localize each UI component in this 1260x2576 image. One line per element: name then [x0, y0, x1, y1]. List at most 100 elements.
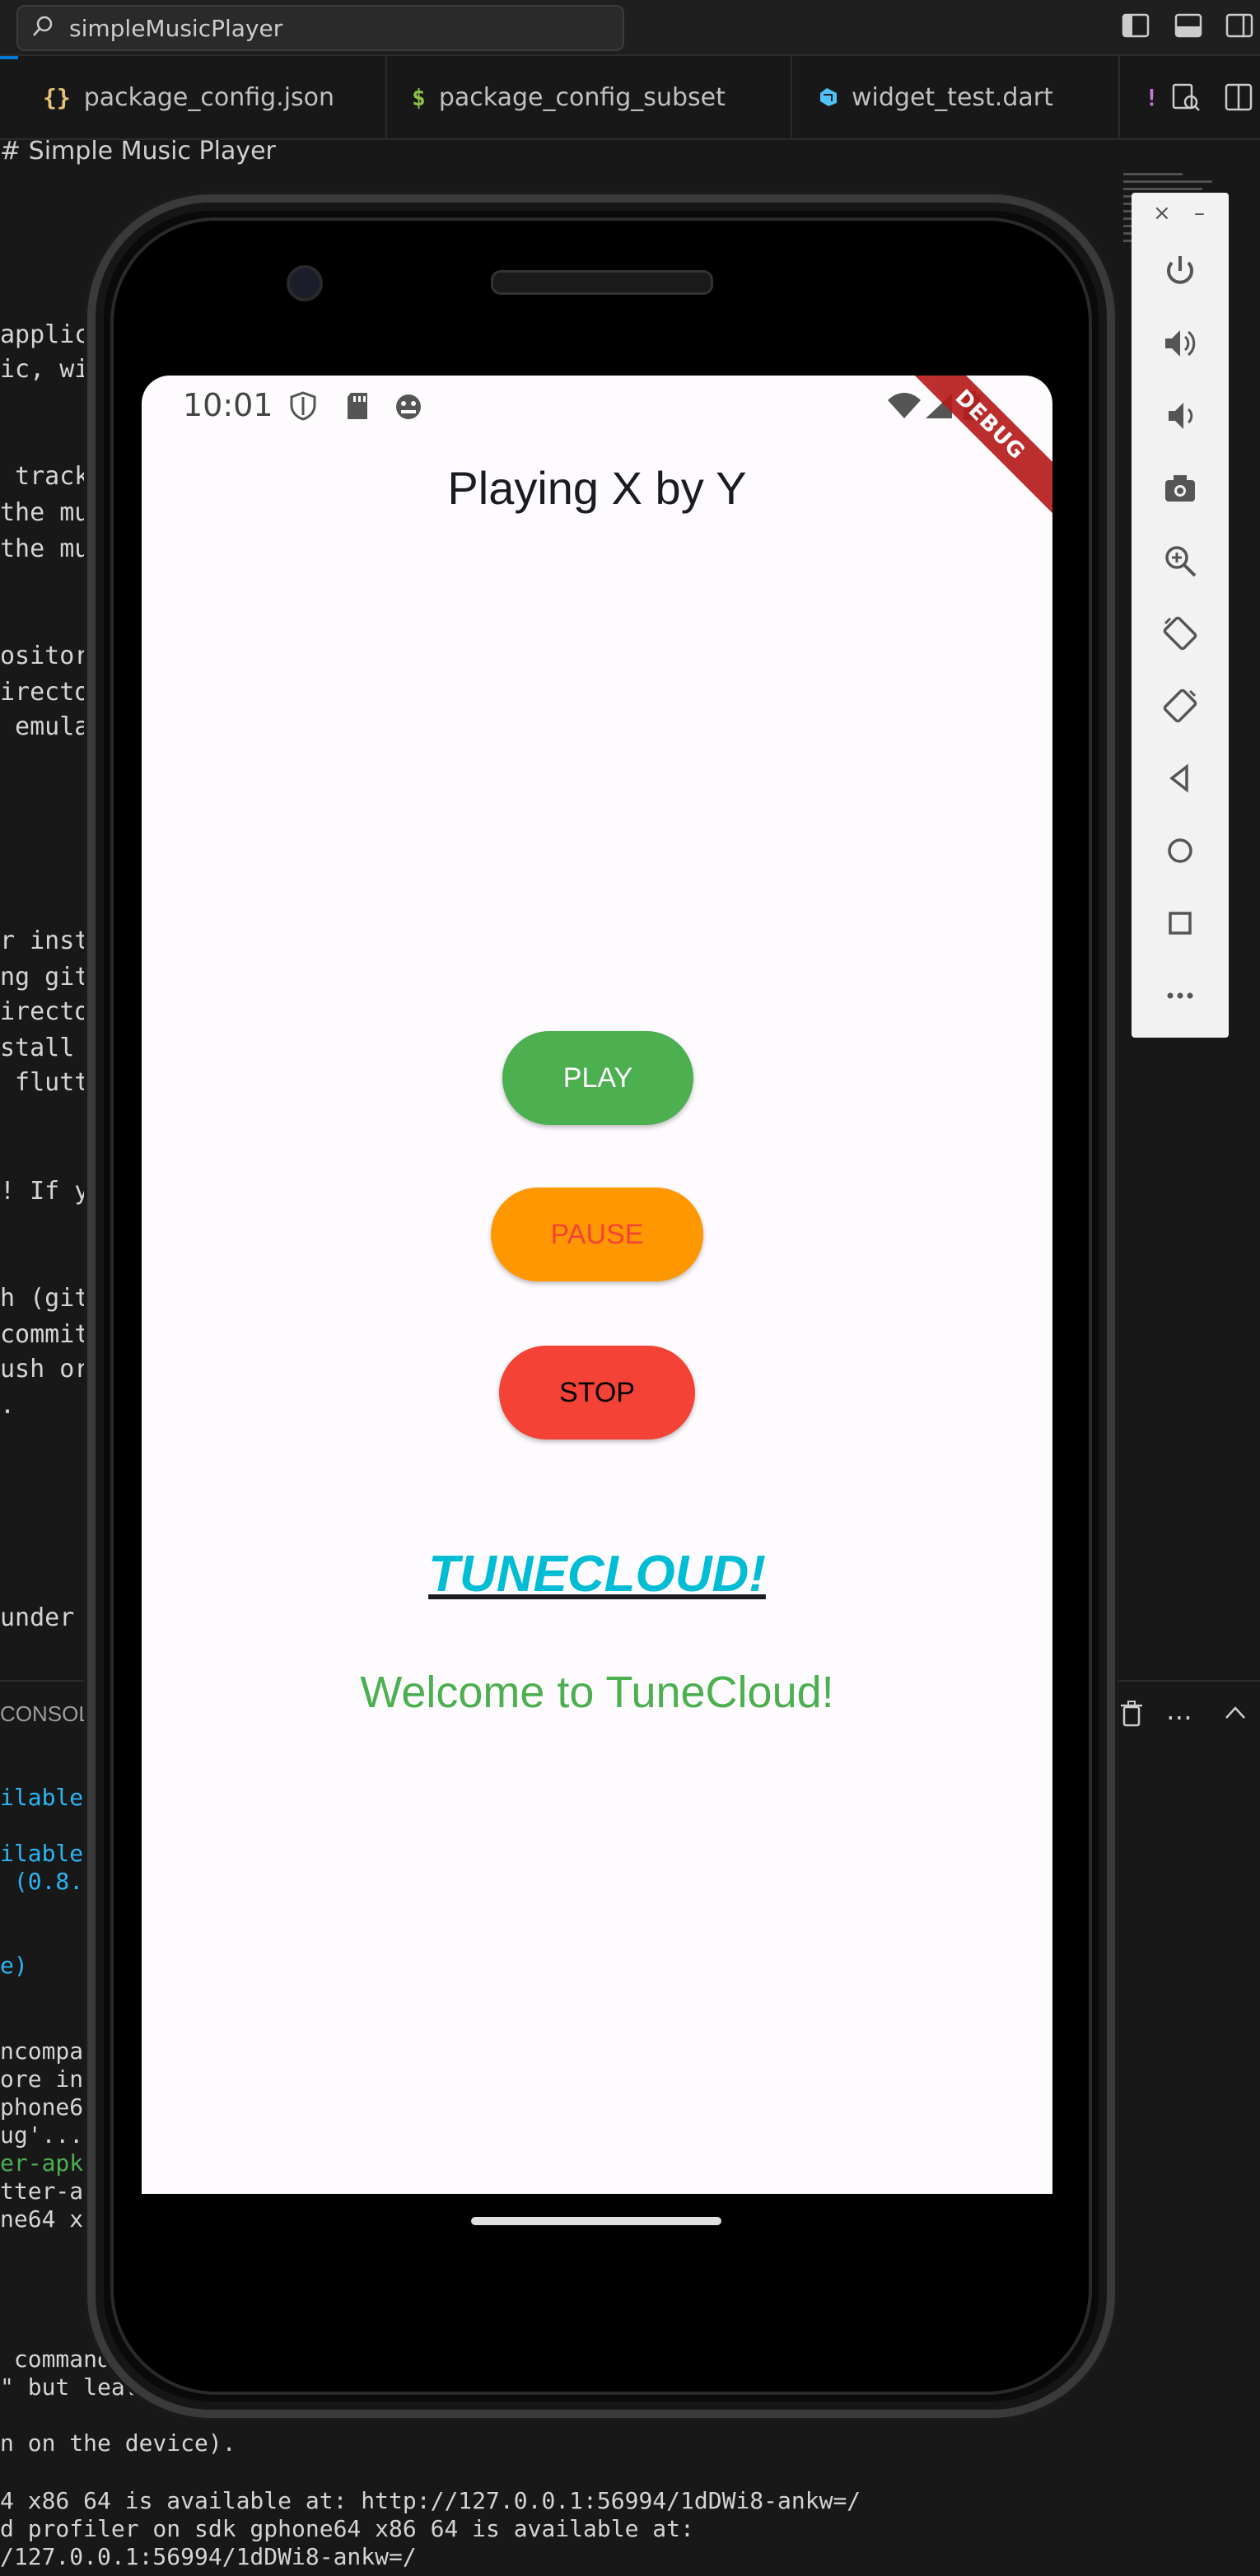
- active-tab-indicator: [0, 56, 18, 59]
- toggle-secondary-sidebar-icon[interactable]: [1225, 13, 1253, 38]
- code-line: irecto: [0, 997, 90, 1026]
- welcome-text: Welcome to TuneCloud!: [360, 1668, 834, 1717]
- terminal-line: e): [0, 1952, 28, 1979]
- navigation-bar: [142, 2194, 1052, 2265]
- split-editor-icon[interactable]: [1224, 82, 1253, 112]
- home-gesture-handle[interactable]: [471, 2217, 721, 2225]
- terminal-line: ore in: [0, 2065, 84, 2093]
- code-line: the mu: [0, 534, 90, 563]
- code-line: the mu: [0, 498, 90, 527]
- chevron-up-icon[interactable]: [1224, 1705, 1247, 1721]
- more-icon: [1167, 992, 1193, 999]
- editor-tab-bar: {} package_config.json $ package_config_…: [0, 56, 1260, 140]
- terminal-line: ilable: [0, 1784, 84, 1811]
- stop-label: STOP: [559, 1376, 635, 1408]
- terminal-line: ug'...: [0, 2121, 84, 2149]
- android-debug-icon: [396, 394, 421, 419]
- code-line: ng git: [0, 963, 90, 992]
- pause-button[interactable]: PAUSE: [491, 1188, 703, 1281]
- tab-label: widget_test.dart: [852, 82, 1053, 112]
- power-button[interactable]: [1150, 240, 1211, 301]
- terminal-line: (0.8.: [0, 1868, 84, 1895]
- zoom-icon: [1165, 546, 1197, 577]
- tab-label: package_config.json: [83, 82, 335, 112]
- back-button[interactable]: [1150, 748, 1211, 809]
- terminal-line: 4 x86 64 is available at: http://127.0.0…: [0, 2487, 861, 2514]
- exclamation-icon: !: [1145, 83, 1159, 111]
- play-button[interactable]: PLAY: [502, 1031, 693, 1125]
- code-line: applic: [0, 320, 90, 349]
- terminal-line: er-apk: [0, 2149, 84, 2177]
- pause-label: PAUSE: [550, 1218, 644, 1250]
- app-bar-title: Playing X by Y: [447, 462, 747, 514]
- code-line: flutt: [0, 1068, 90, 1097]
- code-line: ! If y: [0, 1177, 90, 1206]
- rotate-right-icon: [1163, 688, 1197, 723]
- overview-button[interactable]: [1150, 893, 1211, 954]
- zoom-button[interactable]: [1150, 530, 1211, 591]
- code-line: commit: [0, 1320, 90, 1349]
- code-line: track: [0, 462, 90, 491]
- earpiece-speaker: [491, 270, 713, 295]
- phone-screen: 10:01 DEBUG Playing X by Y PLAY PAUSE ST…: [142, 376, 1052, 2194]
- dart-file-icon: [820, 88, 837, 106]
- code-line: .: [0, 1391, 16, 1420]
- stop-button[interactable]: STOP: [499, 1346, 695, 1440]
- more-actions-icon[interactable]: ⋯: [1166, 1701, 1192, 1733]
- tab-widget-test-dart[interactable]: widget_test.dart: [792, 56, 1120, 138]
- code-line: h (git: [0, 1284, 90, 1313]
- home-button[interactable]: [1150, 820, 1211, 881]
- terminal-line: /127.0.0.1:56994/1dDWi8-ankw=/: [0, 2543, 417, 2570]
- code-line: ositor: [0, 642, 90, 670]
- tab-package-config-subset[interactable]: $ package_config_subset: [387, 56, 792, 138]
- shell-file-icon: $: [412, 83, 426, 111]
- screenshot-button[interactable]: [1150, 458, 1211, 519]
- rotate-left-button[interactable]: [1150, 603, 1211, 664]
- home-icon: [1168, 838, 1192, 863]
- search-text: simpleMusicPlayer: [69, 15, 283, 42]
- code-line: emula: [0, 712, 90, 741]
- minimize-icon[interactable]: –: [1194, 201, 1205, 226]
- command-center-search[interactable]: simpleMusicPlayer: [16, 5, 624, 51]
- tab-package-config-json[interactable]: {} package_config.json: [18, 56, 387, 138]
- back-icon: [1169, 763, 1188, 793]
- tab-label: package_config_subset: [438, 82, 726, 112]
- more-button[interactable]: [1150, 965, 1211, 1026]
- terminal-line: tter-a: [0, 2177, 84, 2205]
- terminal-line: ncompa: [0, 2037, 84, 2065]
- volume-down-button[interactable]: [1150, 385, 1211, 446]
- code-line: ush or: [0, 1355, 90, 1384]
- toggle-primary-sidebar-icon[interactable]: [1122, 13, 1150, 38]
- json-file-icon: {}: [43, 83, 71, 111]
- breadcrumb[interactable]: # Simple Music Player: [0, 137, 276, 166]
- tab-overflow[interactable]: !: [1120, 56, 1169, 138]
- volume-up-icon: [1165, 330, 1196, 357]
- close-icon[interactable]: ×: [1153, 201, 1171, 226]
- front-camera: [287, 265, 323, 301]
- terminal-line: phone6: [0, 2093, 84, 2121]
- terminal-line: command: [0, 2345, 111, 2373]
- sd-card-icon: [348, 393, 367, 419]
- rotate-right-button[interactable]: [1150, 675, 1211, 736]
- trash-icon[interactable]: [1118, 1700, 1145, 1728]
- toggle-panel-icon[interactable]: [1174, 13, 1202, 38]
- open-preview-icon[interactable]: [1171, 82, 1201, 112]
- code-line: irecto: [0, 678, 90, 707]
- volume-up-button[interactable]: [1150, 313, 1211, 374]
- code-line: r inst: [0, 926, 90, 955]
- wifi-icon: [888, 393, 921, 418]
- power-icon: [1167, 256, 1193, 284]
- emulator-toolbar: × –: [1132, 193, 1229, 1038]
- camera-icon: [1165, 475, 1195, 502]
- terminal-line: ilable: [0, 1840, 84, 1867]
- code-line: ic, wi: [0, 355, 90, 384]
- shield-icon: [290, 391, 316, 421]
- terminal-line: " but leav: [0, 2373, 139, 2401]
- search-icon: [33, 16, 53, 36]
- code-line: under: [0, 1603, 90, 1632]
- rotate-left-icon: [1163, 616, 1197, 651]
- status-bar: 10:01: [142, 376, 1052, 438]
- play-label: PLAY: [562, 1062, 633, 1094]
- overview-icon: [1169, 912, 1192, 935]
- brand-heading: TUNECLOUD!: [428, 1546, 766, 1603]
